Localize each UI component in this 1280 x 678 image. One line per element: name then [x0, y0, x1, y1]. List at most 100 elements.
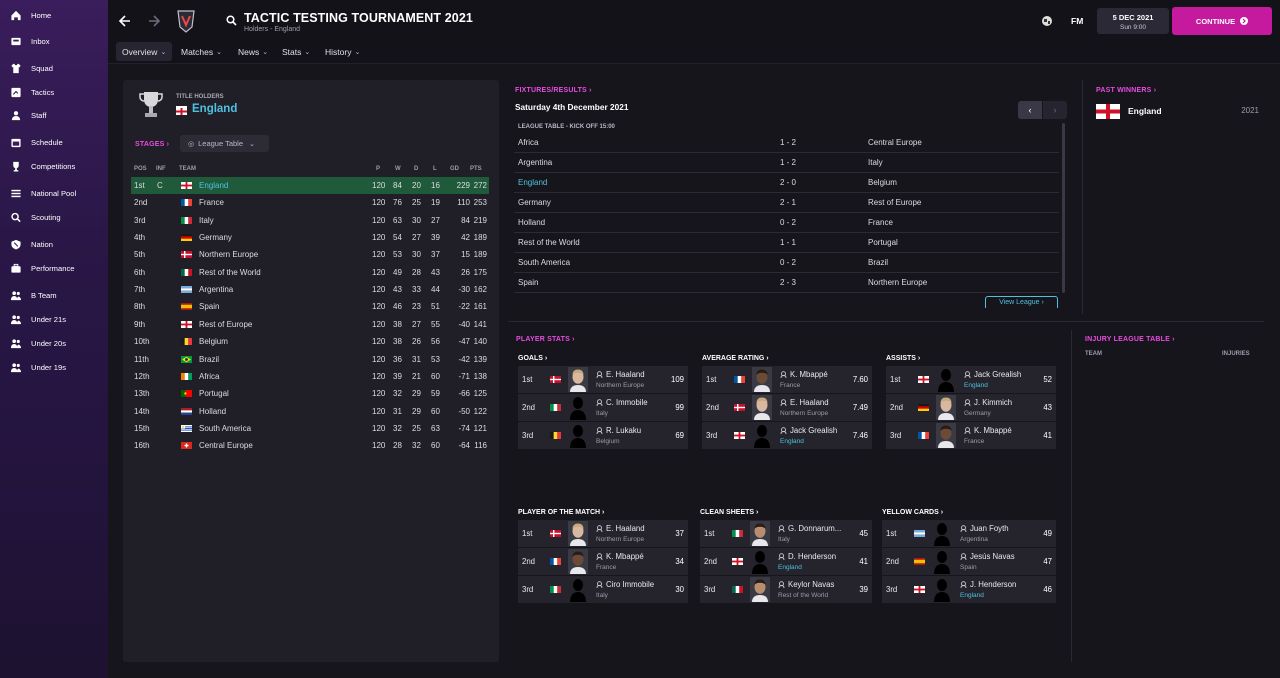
stat-row[interactable]: 1st E. Haaland Northern Europe 37	[518, 520, 688, 547]
table-row[interactable]: 2nd France 120 76 25 19 110 253	[131, 194, 489, 211]
view-league-button[interactable]: View League ›	[985, 296, 1058, 308]
fixture-score[interactable]: 1 - 2	[768, 158, 808, 167]
table-row[interactable]: 16th Central Europe 120 28 32 60 -64 116	[131, 437, 489, 454]
fixture-home[interactable]: Rest of the World	[518, 238, 580, 247]
player-team[interactable]: France	[596, 564, 616, 571]
player-name[interactable]: K. Mbappé	[974, 426, 1012, 435]
date-display[interactable]: 5 DEC 2021 Sun 9:00	[1097, 8, 1169, 34]
player-team[interactable]: Italy	[778, 536, 790, 543]
sidebar-item-nation[interactable]: Nation	[0, 233, 108, 255]
tab-stats[interactable]: Stats ⌄	[276, 42, 316, 61]
row-team[interactable]: Central Europe	[199, 441, 253, 450]
sidebar-item-tactics[interactable]: Tactics	[0, 81, 108, 103]
tab-overview[interactable]: Overview ⌄	[116, 42, 173, 61]
stat-row[interactable]: 1st Juan Foyth Argentina 49	[882, 520, 1056, 547]
player-team[interactable]: Northern Europe	[596, 536, 644, 543]
fixture-away[interactable]: France	[868, 218, 893, 227]
stat-row[interactable]: 2nd J. Kimmich Germany 43	[886, 394, 1056, 421]
sidebar-item-competitions[interactable]: Competitions	[0, 155, 108, 177]
row-team[interactable]: South America	[199, 424, 251, 433]
player-team[interactable]: Northern Europe	[596, 382, 644, 389]
fixtures-label[interactable]: FIXTURES/RESULTS ›	[515, 87, 592, 94]
stat-row[interactable]: 1st E. Haaland Northern Europe 109	[518, 366, 688, 393]
player-name[interactable]: E. Haaland	[790, 398, 829, 407]
fixture-away[interactable]: Northern Europe	[868, 278, 927, 287]
table-row[interactable]: 9th Rest of Europe 120 38 27 55 -40 141	[131, 316, 489, 333]
next-date-button[interactable]: ›	[1043, 101, 1067, 119]
col-gd[interactable]: GD	[450, 166, 459, 172]
table-row[interactable]: 1st C England 120 84 20 16 229 272	[131, 177, 489, 194]
stat-row[interactable]: 3rd Keylor Navas Rest of the World 39	[700, 576, 872, 603]
player-name[interactable]: C. Immobile	[606, 398, 648, 407]
fixture-row[interactable]: South America 0 - 2 Brazil	[514, 253, 1059, 273]
table-row[interactable]: 14th Holland 120 31 29 60 -50 122	[131, 403, 489, 420]
fixture-row[interactable]: Holland 0 - 2 France	[514, 213, 1059, 233]
stat-row[interactable]: 2nd E. Haaland Northern Europe 7.49	[702, 394, 872, 421]
row-team[interactable]: Rest of Europe	[199, 320, 252, 329]
fixture-row[interactable]: Spain 2 - 3 Northern Europe	[514, 273, 1059, 293]
stat-row[interactable]: 2nd D. Henderson England 41	[700, 548, 872, 575]
row-team[interactable]: England	[199, 181, 228, 190]
player-team[interactable]: France	[780, 382, 800, 389]
row-team[interactable]: Portugal	[199, 389, 229, 398]
sidebar-item-performance[interactable]: Performance	[0, 257, 108, 279]
player-team[interactable]: England	[964, 382, 988, 389]
row-team[interactable]: France	[199, 198, 224, 207]
table-row[interactable]: 3rd Italy 120 63 30 27 84 219	[131, 212, 489, 229]
player-team[interactable]: England	[960, 592, 984, 599]
stat-row[interactable]: 3rd K. Mbappé France 41	[886, 422, 1056, 449]
world-icon[interactable]	[1041, 15, 1053, 27]
player-name[interactable]: E. Haaland	[606, 524, 645, 533]
fixture-row[interactable]: England 2 - 0 Belgium	[514, 173, 1059, 193]
row-team[interactable]: Northern Europe	[199, 250, 258, 259]
sidebar-item-under-21s[interactable]: Under 21s	[0, 308, 108, 330]
table-row[interactable]: 4th Germany 120 54 27 39 42 189	[131, 229, 489, 246]
fixture-home[interactable]: Spain	[518, 278, 538, 287]
fixture-score[interactable]: 2 - 0	[768, 178, 808, 187]
col-team[interactable]: TEAM	[179, 166, 196, 172]
search-icon[interactable]	[226, 15, 237, 26]
sidebar-item-scouting[interactable]: Scouting	[0, 206, 108, 228]
row-team[interactable]: Rest of the World	[199, 268, 261, 277]
fixture-home[interactable]: England	[518, 178, 547, 187]
player-stats-label[interactable]: PLAYER STATS ›	[516, 336, 575, 343]
player-team[interactable]: Italy	[596, 410, 608, 417]
stat-row[interactable]: 3rd Ciro Immobile Italy 30	[518, 576, 688, 603]
row-team[interactable]: Argentina	[199, 285, 233, 294]
stat-group-title[interactable]: AVERAGE RATING ›	[702, 355, 769, 362]
stages-label[interactable]: STAGES ›	[135, 141, 169, 148]
sidebar-item-national-pool[interactable]: National Pool	[0, 182, 108, 204]
stat-row[interactable]: 3rd Jack Grealish England 7.46	[702, 422, 872, 449]
fixture-away[interactable]: Belgium	[868, 178, 897, 187]
player-name[interactable]: Juan Foyth	[970, 524, 1009, 533]
player-name[interactable]: J. Kimmich	[974, 398, 1012, 407]
player-team[interactable]: England	[778, 564, 802, 571]
player-team[interactable]: Argentina	[960, 536, 988, 543]
tab-news[interactable]: News ⌄	[232, 42, 274, 61]
stat-row[interactable]: 2nd C. Immobile Italy 99	[518, 394, 688, 421]
table-row[interactable]: 5th Northern Europe 120 53 30 37 15 189	[131, 246, 489, 263]
tab-matches[interactable]: Matches ⌄	[175, 42, 228, 61]
fixture-away[interactable]: Central Europe	[868, 138, 922, 147]
fixture-away[interactable]: Italy	[868, 158, 883, 167]
table-row[interactable]: 7th Argentina 120 43 33 44 -30 162	[131, 281, 489, 298]
fixture-score[interactable]: 1 - 2	[768, 138, 808, 147]
player-name[interactable]: K. Mbappé	[790, 370, 828, 379]
sidebar-item-b-team[interactable]: B Team	[0, 284, 108, 306]
player-team[interactable]: Italy	[596, 592, 608, 599]
fixture-home[interactable]: Africa	[518, 138, 538, 147]
table-row[interactable]: 13th Portugal 120 32 29 59 -66 125	[131, 385, 489, 402]
injury-col-team[interactable]: TEAM	[1085, 351, 1102, 357]
player-team[interactable]: Rest of the World	[778, 592, 828, 599]
fixture-score[interactable]: 0 - 2	[768, 258, 808, 267]
player-team[interactable]: Northern Europe	[780, 410, 828, 417]
sidebar-item-inbox[interactable]: Inbox	[0, 30, 108, 52]
fixture-away[interactable]: Brazil	[868, 258, 888, 267]
player-name[interactable]: K. Mbappé	[606, 552, 644, 561]
col-pos[interactable]: POS	[134, 166, 147, 172]
fixture-home[interactable]: South America	[518, 258, 570, 267]
row-team[interactable]: Belgium	[199, 337, 228, 346]
col-d[interactable]: D	[414, 166, 418, 172]
table-row[interactable]: 12th Africa 120 39 21 60 -71 138	[131, 368, 489, 385]
player-name[interactable]: Jesús Navas	[970, 552, 1015, 561]
